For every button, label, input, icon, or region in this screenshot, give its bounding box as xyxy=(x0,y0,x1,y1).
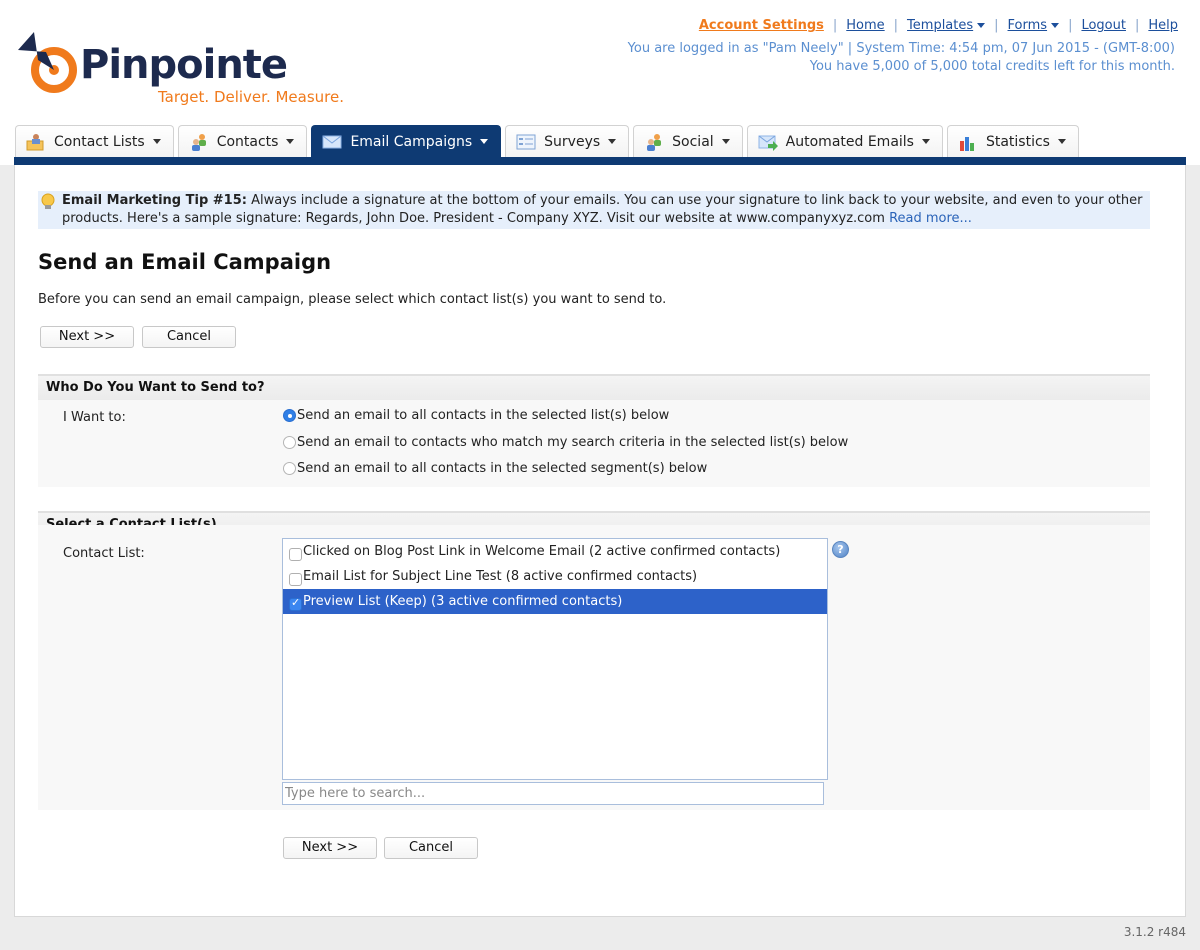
account-settings-link[interactable]: Account Settings xyxy=(699,18,824,33)
contact-list-search-input[interactable] xyxy=(282,782,824,805)
top-navigation: Account Settings | Home | Templates | Forms | Lo… xyxy=(699,18,1178,33)
social-people-icon xyxy=(647,133,662,151)
checkbox[interactable] xyxy=(289,573,302,586)
chevron-down-icon xyxy=(1057,139,1066,144)
chevron-down-icon xyxy=(921,139,930,144)
brand-name: Pinpointe xyxy=(80,42,288,88)
separator: | xyxy=(893,18,899,33)
option-all-contacts-in-lists[interactable]: Send an email to all contacts in the sel… xyxy=(283,408,669,423)
read-more-link[interactable]: Read more... xyxy=(889,211,972,226)
chevron-down-icon xyxy=(977,23,986,28)
survey-form-icon xyxy=(516,134,536,149)
tab-automated-emails[interactable]: Automated Emails xyxy=(746,125,943,157)
radio-button[interactable] xyxy=(283,409,296,422)
contacts-icon xyxy=(191,133,206,151)
tab-social[interactable]: Social xyxy=(633,125,743,157)
home-link[interactable]: Home xyxy=(846,18,884,33)
list-item-label: Email List for Subject Line Test (8 acti… xyxy=(303,569,698,584)
cancel-button-top[interactable]: Cancel xyxy=(142,326,236,348)
chevron-down-icon xyxy=(152,139,161,144)
who-section: I Want to: Send an email to all contacts… xyxy=(38,400,1150,487)
tab-surveys[interactable]: Surveys xyxy=(505,125,630,157)
credits-status: You have 5,000 of 5,000 total credits le… xyxy=(809,59,1175,74)
who-section-heading: Who Do You Want to Send to? xyxy=(38,374,1150,400)
help-icon[interactable]: ? xyxy=(832,541,849,558)
brand-tagline: Target. Deliver. Measure. xyxy=(158,88,345,106)
tab-label: Social xyxy=(672,133,714,150)
target-logo-icon xyxy=(18,32,77,93)
contact-list-label: Contact List: xyxy=(63,546,145,561)
automated-email-icon xyxy=(758,135,778,151)
checkbox[interactable] xyxy=(289,548,302,561)
contact-list-section: Contact List: Clicked on Blog Post Link … xyxy=(38,525,1150,810)
forms-link[interactable]: Forms xyxy=(1008,18,1060,33)
pinpointe-logo[interactable]: Pinpointe Target. Deliver. Measure. xyxy=(16,30,356,110)
tab-label: Automated Emails xyxy=(785,133,914,150)
templates-link[interactable]: Templates xyxy=(907,18,986,33)
tab-label: Contact Lists xyxy=(54,133,145,150)
radio-label: Send an email to all contacts in the sel… xyxy=(297,461,708,476)
tab-bar-underline xyxy=(14,157,1186,165)
list-item[interactable]: Preview List (Keep) (3 active confirmed … xyxy=(283,589,827,614)
tab-statistics[interactable]: Statistics xyxy=(946,125,1079,157)
checkbox[interactable] xyxy=(289,596,302,611)
radio-button[interactable] xyxy=(283,436,296,449)
option-search-criteria[interactable]: Send an email to contacts who match my s… xyxy=(283,435,848,450)
tab-contacts[interactable]: Contacts xyxy=(177,125,308,157)
next-button-bottom[interactable]: Next >> xyxy=(283,837,377,859)
radio-label: Send an email to all contacts in the sel… xyxy=(297,408,670,423)
contact-list-listbox[interactable]: Clicked on Blog Post Link in Welcome Ema… xyxy=(282,538,828,780)
tab-label: Contacts xyxy=(216,133,279,150)
contact-lists-icon xyxy=(26,133,44,150)
help-link[interactable]: Help xyxy=(1148,18,1178,33)
bar-chart-icon xyxy=(959,136,974,151)
main-tabs: Contact Lists Contacts Email Campaigns S… xyxy=(15,125,1083,157)
lightbulb-icon xyxy=(41,193,55,209)
page-title: Send an Email Campaign xyxy=(38,250,332,274)
chevron-down-icon xyxy=(480,139,489,144)
email-marketing-tip: Email Marketing Tip #15: Always include … xyxy=(38,191,1150,229)
tip-title: Email Marketing Tip #15: xyxy=(62,193,247,208)
separator: | xyxy=(832,18,838,33)
separator: | xyxy=(1068,18,1073,33)
tab-contact-lists[interactable]: Contact Lists xyxy=(15,125,174,157)
list-item-label: Preview List (Keep) (3 active confirmed … xyxy=(303,594,623,609)
chevron-down-icon xyxy=(1051,23,1060,28)
i-want-to-label: I Want to: xyxy=(63,410,126,425)
templates-link-label: Templates xyxy=(907,18,974,33)
version-label: 3.1.2 r484 xyxy=(1123,925,1186,939)
radio-label: Send an email to contacts who match my s… xyxy=(297,435,849,450)
separator: | xyxy=(1134,18,1140,33)
chevron-down-icon xyxy=(721,139,730,144)
chevron-down-icon xyxy=(286,139,295,144)
next-button-top[interactable]: Next >> xyxy=(40,326,134,348)
envelope-icon xyxy=(322,135,342,148)
tab-email-campaigns[interactable]: Email Campaigns xyxy=(311,125,502,157)
chevron-down-icon xyxy=(608,139,617,144)
logged-in-status: You are logged in as "Pam Neely" | Syste… xyxy=(627,41,1175,56)
list-item[interactable]: Email List for Subject Line Test (8 acti… xyxy=(283,564,827,589)
page-intro: Before you can send an email campaign, p… xyxy=(38,292,667,307)
forms-link-label: Forms xyxy=(1007,18,1048,33)
cancel-button-bottom[interactable]: Cancel xyxy=(384,837,478,859)
list-item[interactable]: Clicked on Blog Post Link in Welcome Ema… xyxy=(283,539,827,564)
tab-label: Email Campaigns xyxy=(350,133,473,150)
logout-link[interactable]: Logout xyxy=(1081,18,1126,33)
option-all-contacts-in-segments[interactable]: Send an email to all contacts in the sel… xyxy=(283,461,707,476)
tab-label: Surveys xyxy=(544,133,601,150)
radio-button[interactable] xyxy=(283,462,296,475)
separator: | xyxy=(994,18,999,33)
list-item-label: Clicked on Blog Post Link in Welcome Ema… xyxy=(303,544,781,559)
tab-label: Statistics xyxy=(985,133,1050,150)
